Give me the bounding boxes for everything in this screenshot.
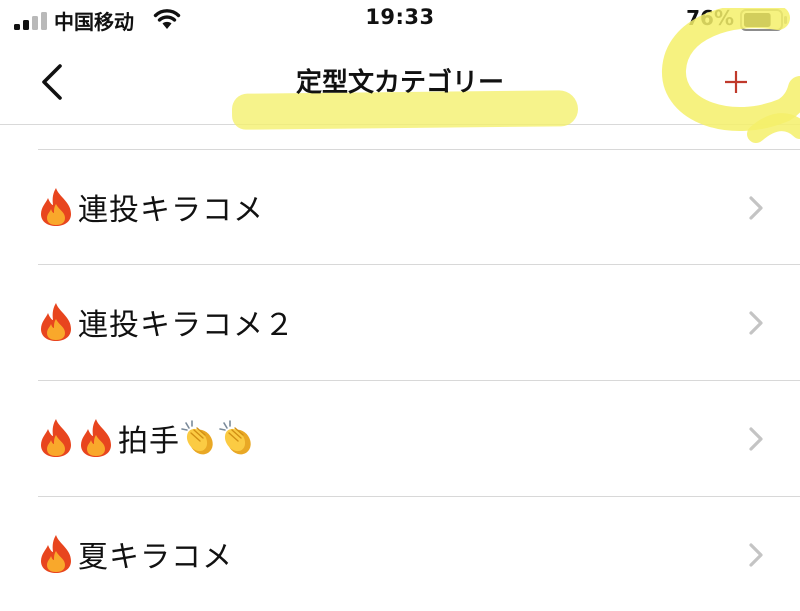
status-bar: 中国移动 19:33 76% [0, 0, 800, 40]
plus-icon [725, 71, 747, 93]
list-item[interactable]: 連投キラコメ２ [0, 265, 800, 379]
clapping-hands-icon [219, 420, 251, 455]
list-item[interactable]: 拍手 [0, 381, 800, 495]
chevron-right-icon [749, 427, 763, 451]
battery-icon [740, 9, 787, 31]
flame-icon [41, 419, 71, 457]
category-label: 拍手 [118, 424, 180, 459]
chevron-right-icon [749, 196, 763, 220]
category-label: 連投キラコメ [78, 193, 264, 228]
battery-percent: 76% [686, 6, 734, 30]
page-title: 定型文カテゴリー [295, 68, 504, 98]
status-time: 19:33 [365, 5, 435, 29]
chevron-right-icon [749, 311, 763, 335]
clapping-hands-icon [181, 420, 213, 455]
flame-icon [41, 188, 71, 226]
category-label: 連投キラコメ２ [78, 308, 295, 343]
category-label: 夏キラコメ [78, 540, 233, 575]
list-item[interactable]: 夏キラコメ [0, 497, 800, 611]
flame-icon [41, 303, 71, 341]
list-item[interactable]: 連投キラコメ [0, 150, 800, 264]
navigation-bar: 定型文カテゴリー [0, 40, 800, 130]
flame-icon [81, 419, 111, 457]
add-category-button[interactable] [708, 58, 764, 106]
flame-icon [41, 535, 71, 573]
chevron-right-icon [749, 543, 763, 567]
